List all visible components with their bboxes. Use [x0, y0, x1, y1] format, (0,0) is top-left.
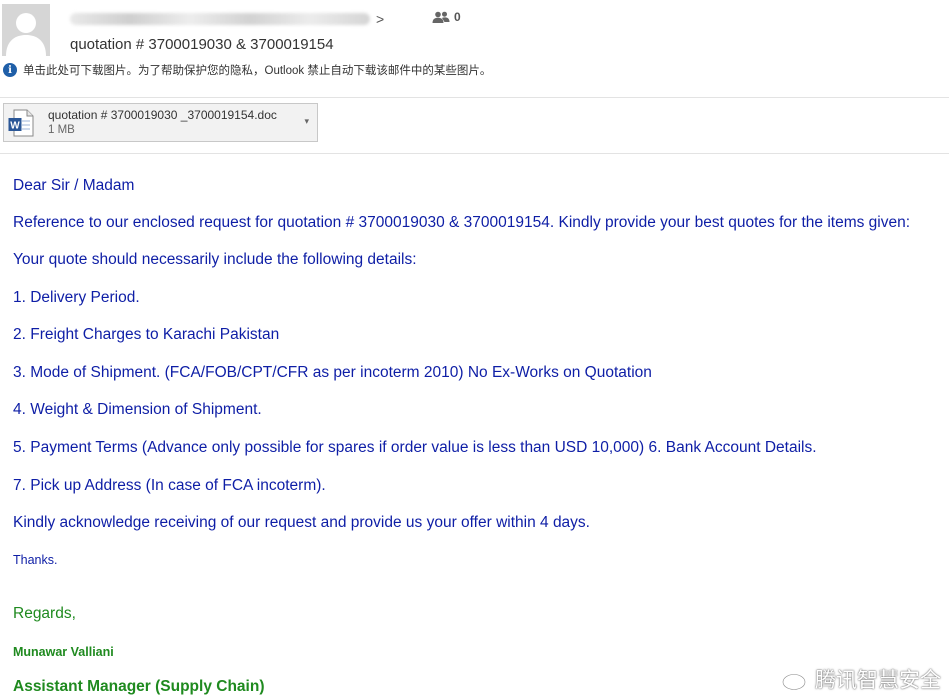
recipient-count: 0 [454, 10, 461, 24]
people-icon [432, 11, 450, 23]
detail-item: 2. Freight Charges to Karachi Pakistan [13, 326, 280, 343]
greeting: Dear Sir / Madam [13, 177, 135, 194]
sender-suffix: > [376, 11, 385, 27]
detail-item: 7. Pick up Address (In case of FCA incot… [13, 477, 326, 494]
sender-avatar[interactable] [2, 4, 50, 56]
signature-name: Munawar Valliani [13, 645, 114, 659]
thanks-line: Thanks. [13, 553, 58, 567]
detail-item: 3. Mode of Shipment. (FCA/FOB/CPT/CFR as… [13, 364, 652, 381]
attachment-filename: quotation # 3700019030 _3700019154.doc [48, 107, 277, 122]
watermark-text: 腾讯智慧安全 [815, 669, 941, 692]
download-pictures-bar[interactable]: i 单击此处可下载图片。为了帮助保护您的隐私，Outlook 禁止自动下载该邮件… [3, 62, 491, 78]
info-message: 单击此处可下载图片。为了帮助保护您的隐私，Outlook 禁止自动下载该邮件中的… [23, 65, 492, 77]
weibo-icon [781, 669, 809, 691]
intro-paragraph: Reference to our enclosed request for qu… [13, 214, 911, 231]
signature-title: Assistant Manager (Supply Chain) [13, 678, 265, 695]
info-icon: i [3, 63, 17, 77]
svg-text:W: W [10, 120, 20, 131]
details-intro: Your quote should necessarily include th… [13, 251, 417, 268]
attachment-card[interactable]: W quotation # 3700019030 _3700019154.doc… [3, 103, 318, 142]
word-doc-icon: W [8, 109, 34, 136]
person-silhouette-icon [6, 13, 46, 56]
header-divider [0, 97, 949, 98]
detail-item: 1. Delivery Period. [13, 289, 140, 306]
detail-item: 4. Weight & Dimension of Shipment. [13, 401, 262, 418]
attachment-size: 1 MB [48, 123, 75, 136]
regards-line: Regards, [13, 605, 76, 622]
recipients-button[interactable]: 0 [432, 10, 461, 24]
body-divider [0, 153, 949, 154]
watermark: 腾讯智慧安全 [781, 664, 941, 694]
closing-paragraph: Kindly acknowledge receiving of our requ… [13, 514, 590, 531]
sender-address[interactable]: > [70, 10, 400, 28]
chevron-down-icon[interactable]: ▾ [304, 116, 309, 127]
detail-item: 5. Payment Terms (Advance only possible … [13, 439, 817, 456]
email-subject: quotation # 3700019030 & 3700019154 [70, 36, 334, 53]
sender-redacted [70, 13, 370, 25]
